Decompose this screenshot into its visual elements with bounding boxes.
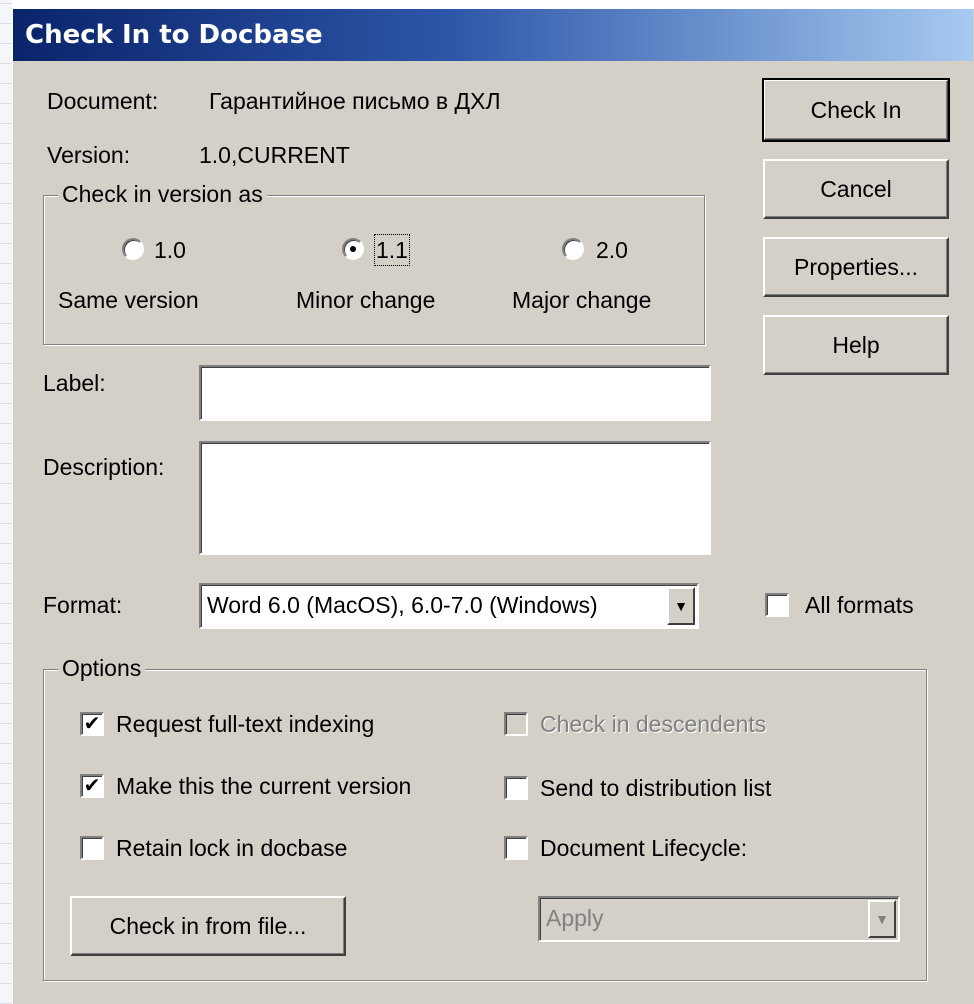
- help-button[interactable]: Help: [763, 315, 949, 375]
- check-descendents-label: Check in descendents: [540, 711, 767, 737]
- document-lifecycle-checkbox[interactable]: [504, 836, 528, 860]
- version-label: Version:: [47, 142, 131, 168]
- version-value: 1.0,CURRENT: [199, 142, 350, 168]
- check-in-from-file-button[interactable]: Check in from file...: [70, 896, 346, 956]
- version-radio-1-1[interactable]: [342, 238, 364, 260]
- format-select-value: Word 6.0 (MacOS), 6.0-7.0 (Windows): [207, 592, 598, 618]
- properties-button[interactable]: Properties...: [763, 237, 949, 297]
- check-in-button-label: Check In: [810, 96, 902, 123]
- document-label: Document:: [47, 88, 159, 114]
- check-in-from-file-label: Check in from file...: [109, 912, 307, 939]
- cancel-button[interactable]: Cancel: [763, 159, 949, 219]
- chevron-down-icon[interactable]: ▼: [667, 587, 695, 625]
- request-fulltext-checkbox[interactable]: ✔: [80, 712, 104, 736]
- retain-lock-label: Retain lock in docbase: [116, 835, 348, 861]
- format-select[interactable]: Word 6.0 (MacOS), 6.0-7.0 (Windows) ▼: [199, 583, 699, 629]
- version-option-value: 2.0: [596, 237, 628, 263]
- version-radio-2-0[interactable]: [562, 238, 584, 260]
- version-group-legend: Check in version as: [58, 180, 267, 208]
- lifecycle-select-value: Apply: [546, 905, 604, 931]
- check-descendents-checkbox: [504, 712, 528, 736]
- all-formats-checkbox[interactable]: [765, 593, 789, 617]
- label-input[interactable]: [199, 365, 711, 421]
- version-option-caption: Minor change: [296, 287, 436, 313]
- description-input[interactable]: [199, 441, 711, 555]
- description-field-label: Description:: [43, 454, 165, 480]
- version-option-value: 1.1: [374, 234, 410, 266]
- send-distribution-checkbox[interactable]: [504, 776, 528, 800]
- make-current-checkbox[interactable]: ✔: [80, 774, 104, 798]
- help-button-label: Help: [832, 331, 880, 358]
- format-field-label: Format:: [43, 592, 123, 618]
- version-groupbox: Check in version as 1.0 Same version 1.1…: [43, 180, 705, 345]
- retain-lock-checkbox[interactable]: [80, 836, 104, 860]
- properties-button-label: Properties...: [794, 253, 918, 280]
- version-option-value: 1.0: [154, 237, 186, 263]
- cancel-button-label: Cancel: [820, 175, 892, 202]
- version-option-caption: Same version: [58, 287, 199, 313]
- title-bar[interactable]: Check In to Docbase: [13, 9, 973, 61]
- chevron-down-icon: ▼: [868, 900, 896, 938]
- options-group-legend: Options: [58, 654, 146, 682]
- options-groupbox: Options ✔ Request full-text indexing ✔ M…: [43, 654, 927, 981]
- label-field-label: Label:: [43, 370, 106, 396]
- version-radio-1-0[interactable]: [122, 238, 144, 260]
- document-name-value: Гарантийное письмо в ДХЛ: [209, 88, 501, 114]
- version-option-caption: Major change: [512, 287, 652, 313]
- check-in-button[interactable]: Check In: [762, 78, 950, 142]
- background-document-strip: [0, 0, 12, 1004]
- dialog-title: Check In to Docbase: [25, 20, 323, 50]
- request-fulltext-label: Request full-text indexing: [116, 711, 375, 737]
- make-current-label: Make this the current version: [116, 773, 412, 799]
- lifecycle-select: Apply ▼: [538, 896, 900, 942]
- radio-selected-dot: [350, 246, 356, 252]
- check-in-dialog: Check In to Docbase Document: Гарантийно…: [12, 8, 974, 1004]
- document-lifecycle-label: Document Lifecycle:: [540, 835, 748, 861]
- all-formats-label: All formats: [805, 592, 914, 618]
- send-distribution-label: Send to distribution list: [540, 775, 772, 801]
